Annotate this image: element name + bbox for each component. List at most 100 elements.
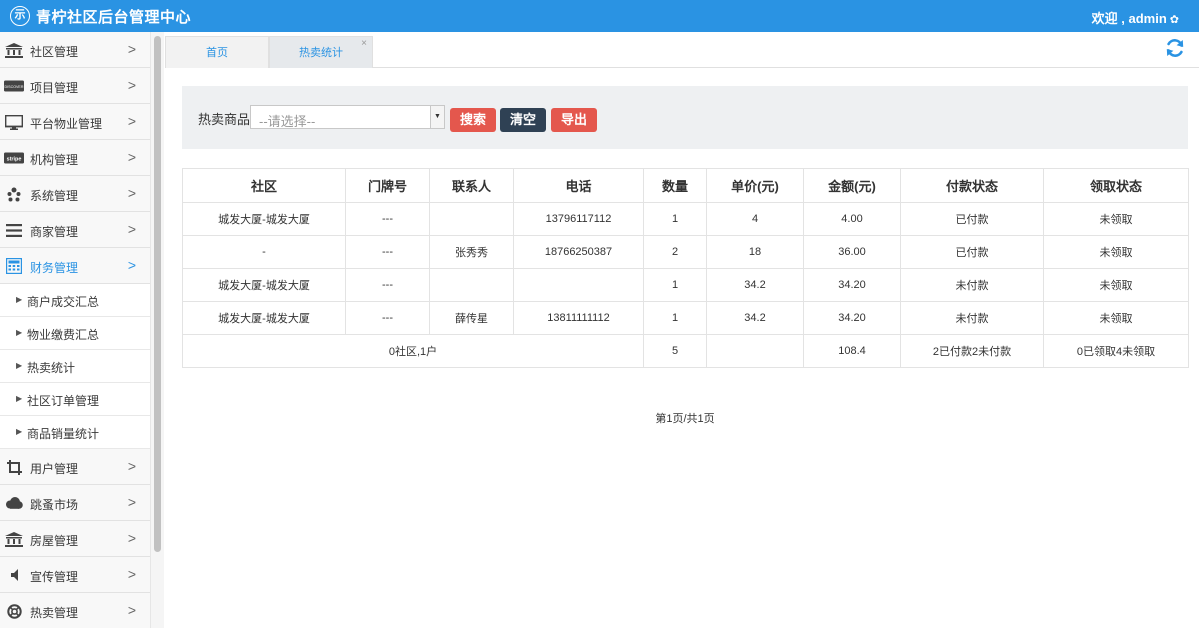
- table-row: 城发大厦-城发大厦 --- 13796117112 1 4 4.00 已付款 未…: [182, 202, 1189, 236]
- cell-contact: [429, 268, 514, 302]
- close-icon[interactable]: ×: [361, 28, 367, 60]
- sidebar-subitem-product-sales-stats[interactable]: ▶ 商品销量统计: [0, 416, 150, 449]
- chevron-right-icon: >: [127, 530, 136, 546]
- cell-unit-price: 18: [706, 235, 804, 269]
- chevron-right-icon: >: [127, 113, 136, 129]
- tab-home[interactable]: 首页: [165, 36, 269, 68]
- refresh-icon[interactable]: [1165, 38, 1185, 58]
- discover-card-icon: DISCOVER: [4, 78, 24, 94]
- cell-unit-price: 34.2: [706, 268, 804, 302]
- sidebar-item-finance[interactable]: 财务管理 >: [0, 248, 150, 284]
- search-button[interactable]: 搜索: [450, 108, 496, 132]
- cell-contact: 薛传星: [429, 301, 514, 335]
- col-unit-price: 单价(元): [706, 168, 804, 203]
- sidebar-item-label: 热卖管理: [30, 606, 79, 620]
- chevron-right-icon: >: [127, 77, 136, 93]
- clear-button[interactable]: 清空: [500, 108, 546, 132]
- logo-icon: 示: [10, 6, 30, 26]
- cell-door-number: ---: [345, 268, 430, 302]
- top-header: 示 青柠社区后台管理中心 欢迎 , admin ✿: [0, 0, 1199, 32]
- cell-payment-status: 已付款: [900, 202, 1044, 236]
- chevron-right-icon: >: [127, 566, 136, 582]
- sidebar-subitem-label: 热卖统计: [27, 361, 76, 375]
- sidebar-scrollbar[interactable]: [150, 32, 164, 628]
- sidebar-item-label: 社区管理: [30, 45, 79, 59]
- cell-phone: 13811111112: [513, 301, 644, 335]
- bank-icon: [4, 42, 24, 58]
- stripe-text: stripe: [7, 156, 22, 162]
- sidebar-item-community[interactable]: 社区管理 >: [0, 32, 150, 68]
- hot-product-select[interactable]: --请选择-- ▼: [250, 105, 445, 129]
- user-welcome[interactable]: 欢迎 , admin ✿: [1092, 8, 1179, 27]
- caret-right-icon: ▶: [16, 394, 23, 403]
- scrollbar-thumb[interactable]: [154, 36, 161, 552]
- select-placeholder: --请选择--: [259, 114, 316, 129]
- chevron-right-icon: >: [127, 41, 136, 57]
- cell-amount: 4.00: [803, 202, 901, 236]
- summary-community: 0社区,1户: [182, 334, 644, 368]
- sidebar-subitem-merchant-summary[interactable]: ▶ 商户成交汇总: [0, 284, 150, 317]
- cell-pickup-status: 未领取: [1043, 235, 1189, 269]
- cell-phone: 13796117112: [513, 202, 644, 236]
- cell-unit-price: 4: [706, 202, 804, 236]
- cell-amount: 34.20: [803, 301, 901, 335]
- sidebar-item-merchant[interactable]: 商家管理 >: [0, 212, 150, 248]
- sidebar-subitem-community-orders[interactable]: ▶ 社区订单管理: [0, 383, 150, 416]
- caret-right-icon: ▶: [16, 328, 23, 337]
- desktop-icon: [4, 114, 24, 130]
- sidebar-item-system[interactable]: 系统管理 >: [0, 176, 150, 212]
- cell-door-number: ---: [345, 202, 430, 236]
- tab-bar: 首页 热卖统计 ×: [165, 32, 1199, 68]
- chevron-right-icon: >: [127, 602, 136, 618]
- sidebar-item-housing[interactable]: 房屋管理 >: [0, 521, 150, 557]
- sidebar-subitem-property-fee-summary[interactable]: ▶ 物业缴费汇总: [0, 317, 150, 350]
- summary-unit-price: [706, 334, 804, 368]
- discover-text: DISCOVER: [5, 85, 24, 89]
- gear-icon[interactable]: ✿: [1170, 14, 1179, 26]
- export-button[interactable]: 导出: [551, 108, 597, 132]
- sidebar-item-projects[interactable]: DISCOVER 项目管理 >: [0, 68, 150, 104]
- summary-pickup: 0已领取4未领取: [1043, 334, 1189, 368]
- cell-community: 城发大厦-城发大厦: [182, 202, 346, 236]
- sidebar-item-label: 机构管理: [30, 153, 79, 167]
- cell-door-number: ---: [345, 235, 430, 269]
- sidebar-item-users[interactable]: 用户管理 >: [0, 449, 150, 485]
- filter-bar: 热卖商品 --请选择-- ▼ 搜索 清空 导出: [182, 86, 1188, 149]
- sidebar-item-property[interactable]: 平台物业管理 >: [0, 104, 150, 140]
- yelp-icon: [4, 186, 24, 202]
- sidebar-item-label: 跳蚤市场: [30, 498, 79, 512]
- pagination-info: 第1页/共1页: [655, 413, 715, 425]
- chevron-right-icon: >: [127, 458, 136, 474]
- sidebar-item-promotion[interactable]: 宣传管理 >: [0, 557, 150, 593]
- cell-payment-status: 已付款: [900, 235, 1044, 269]
- sidebar-subitem-label: 社区订单管理: [27, 394, 100, 408]
- table-row: 城发大厦-城发大厦 --- 薛传星 13811111112 1 34.2 34.…: [182, 301, 1189, 335]
- sidebar-item-label: 平台物业管理: [30, 117, 103, 131]
- cell-community: 城发大厦-城发大厦: [182, 268, 346, 302]
- sidebar-item-organization[interactable]: stripe 机构管理 >: [0, 140, 150, 176]
- cell-unit-price: 34.2: [706, 301, 804, 335]
- chevron-right-icon: >: [127, 494, 136, 510]
- summary-quantity: 5: [643, 334, 707, 368]
- cell-phone: 18766250387: [513, 235, 644, 269]
- cell-phone: [513, 268, 644, 302]
- cell-payment-status: 未付款: [900, 301, 1044, 335]
- col-pickup-status: 领取状态: [1043, 168, 1189, 203]
- sidebar-item-flea-market[interactable]: 跳蚤市场 >: [0, 485, 150, 521]
- caret-right-icon: ▶: [16, 295, 23, 304]
- sidebar: 社区管理 > DISCOVER 项目管理 > 平台物业管理 > stripe 机…: [0, 32, 150, 628]
- hot-sale-table: 社区 门牌号 联系人 电话 数量 单价(元) 金额(元) 付款状态 领取状态 城…: [182, 168, 1189, 368]
- sidebar-subitem-hot-sale-stats[interactable]: ▶ 热卖统计: [0, 350, 150, 383]
- tab-label: 首页: [206, 47, 228, 59]
- calculator-icon: [4, 258, 24, 274]
- tab-hot-sale-stats[interactable]: 热卖统计 ×: [269, 36, 373, 68]
- cell-payment-status: 未付款: [900, 268, 1044, 302]
- cell-pickup-status: 未领取: [1043, 301, 1189, 335]
- cell-community: -: [182, 235, 346, 269]
- cell-pickup-status: 未领取: [1043, 268, 1189, 302]
- chevron-right-icon: >: [127, 221, 136, 237]
- sidebar-item-hot-sale[interactable]: 热卖管理 >: [0, 593, 150, 628]
- summary-payment: 2已付款2未付款: [900, 334, 1044, 368]
- caret-right-icon: ▶: [16, 361, 23, 370]
- stripe-icon: stripe: [4, 150, 24, 166]
